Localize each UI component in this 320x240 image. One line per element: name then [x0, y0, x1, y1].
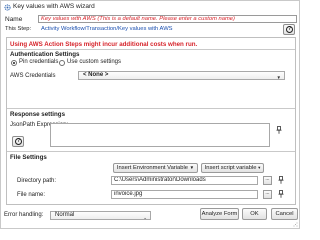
help-icon: ?	[286, 26, 293, 33]
cancel-button[interactable]: Cancel	[271, 208, 298, 220]
pin-icon[interactable]	[278, 190, 284, 198]
pin-credentials-radio[interactable]	[11, 60, 17, 66]
response-section-divider	[7, 108, 295, 109]
error-handling-select[interactable]: Normal ⌄	[50, 211, 151, 220]
file-section-title: File Settings	[10, 154, 47, 161]
chevron-down-icon: ▼	[189, 165, 195, 170]
step-path-link[interactable]: Activity Workflow/Transaction/Key values…	[41, 26, 173, 32]
name-input[interactable]: Key values with AWS (This is a default n…	[38, 15, 297, 23]
window-title: Key values with AWS wizard	[13, 3, 95, 10]
help-button[interactable]: ?	[283, 24, 295, 35]
directory-path-input[interactable]: C:\Users\Administrator\Downloads	[111, 176, 258, 185]
chevron-down-icon: ▾	[258, 165, 261, 170]
chevron-down-icon: ⌄	[143, 215, 147, 220]
gear-icon	[4, 4, 11, 11]
custom-settings-radio[interactable]	[59, 60, 65, 66]
analyze-form-button[interactable]: Analyze Form	[200, 208, 239, 220]
aws-cost-warning: Using AWS Action Steps might incur addit…	[10, 41, 198, 48]
custom-settings-label: Use custom settings	[67, 59, 122, 65]
ok-button[interactable]: OK	[242, 208, 267, 220]
this-step-label: This Step:	[5, 26, 32, 32]
insert-script-variable-button[interactable]: Insert script variable ▾	[201, 163, 264, 173]
aws-credentials-select[interactable]: < None > ▼	[78, 71, 285, 80]
wizard-window: Key values with AWS wizard Name Key valu…	[0, 0, 300, 229]
pin-credentials-label: Pin credentials	[19, 59, 59, 65]
insert-environment-variable-button[interactable]: Insert Environment Variable ▼	[113, 163, 198, 173]
name-label: Name	[5, 16, 23, 23]
pin-icon[interactable]	[278, 176, 284, 184]
jsonpath-input[interactable]	[50, 123, 270, 147]
file-section-divider	[7, 151, 295, 152]
file-browse-button[interactable]: ...	[263, 190, 272, 199]
error-handling-value: Normal	[55, 212, 75, 218]
response-section-title: Response settings	[10, 111, 66, 118]
aws-credentials-value: < None >	[83, 72, 109, 78]
pin-icon[interactable]	[276, 126, 282, 134]
resize-grip-icon[interactable]	[293, 222, 298, 227]
jsonpath-help-button[interactable]: ?	[12, 136, 24, 147]
authentication-section-title: Authentication Settings	[10, 51, 80, 58]
directory-path-label: Directory path:	[17, 178, 57, 184]
chevron-down-icon: ▼	[276, 75, 281, 80]
file-name-input[interactable]: invoice.jpg	[111, 190, 258, 199]
file-name-label: File name:	[17, 192, 46, 198]
directory-browse-button[interactable]: ...	[263, 176, 272, 185]
aws-credentials-label: AWS Credentials	[10, 73, 56, 79]
error-handling-label: Error handling:	[4, 212, 44, 218]
help-icon: ?	[15, 138, 22, 145]
authentication-section-divider	[7, 49, 295, 50]
